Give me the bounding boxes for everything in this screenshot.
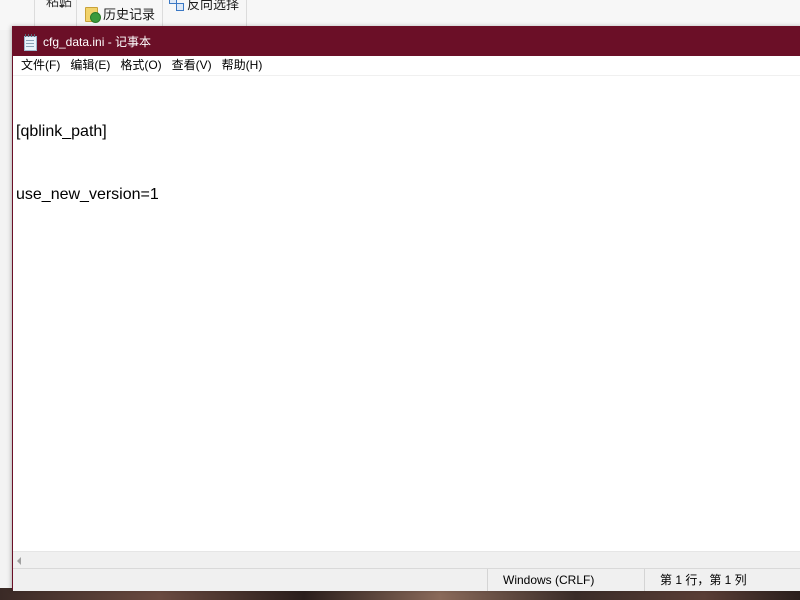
status-bar: Windows (CRLF) 第 1 行，第 1 列 xyxy=(13,568,800,591)
cursor-position-status: 第 1 行，第 1 列 xyxy=(644,569,800,591)
ribbon-divider xyxy=(34,0,35,26)
menu-help[interactable]: 帮助(H) xyxy=(218,56,267,75)
menu-edit[interactable]: 编辑(E) xyxy=(66,56,114,75)
text-line: [qblink_path] xyxy=(16,123,107,140)
ribbon-divider xyxy=(162,0,163,26)
history-button[interactable]: 历史记录 xyxy=(84,4,155,23)
scroll-left-icon[interactable] xyxy=(17,557,21,565)
ribbon-divider xyxy=(76,0,77,26)
text-editor-area[interactable]: [qblink_path] use_new_version=1 xyxy=(13,75,800,551)
invert-selection-label: 反向选择 xyxy=(187,0,240,12)
text-line: use_new_version=1 xyxy=(16,186,159,203)
invert-selection-button[interactable]: 反向选择 xyxy=(169,0,239,13)
menu-view[interactable]: 查看(V) xyxy=(168,56,216,75)
horizontal-scrollbar[interactable] xyxy=(13,551,800,569)
menu-file[interactable]: 文件(F) xyxy=(17,56,64,75)
invert-selection-icon xyxy=(169,0,184,11)
ribbon-divider xyxy=(246,0,247,26)
line-ending-status: Windows (CRLF) xyxy=(487,569,644,591)
title-bar[interactable]: cfg_data.ini - 记事本 xyxy=(13,26,800,56)
window-title: cfg_data.ini - 记事本 xyxy=(43,34,152,49)
history-label: 历史记录 xyxy=(103,7,156,22)
menu-bar: 文件(F) 编辑(E) 格式(O) 查看(V) 帮助(H) xyxy=(13,56,800,75)
notepad-icon xyxy=(23,33,37,51)
history-icon xyxy=(84,6,101,23)
notepad-window: cfg_data.ini - 记事本 文件(F) 编辑(E) 格式(O) 查看(… xyxy=(12,26,800,591)
menu-format[interactable]: 格式(O) xyxy=(116,56,165,75)
chevron-down-icon[interactable] xyxy=(59,5,65,8)
